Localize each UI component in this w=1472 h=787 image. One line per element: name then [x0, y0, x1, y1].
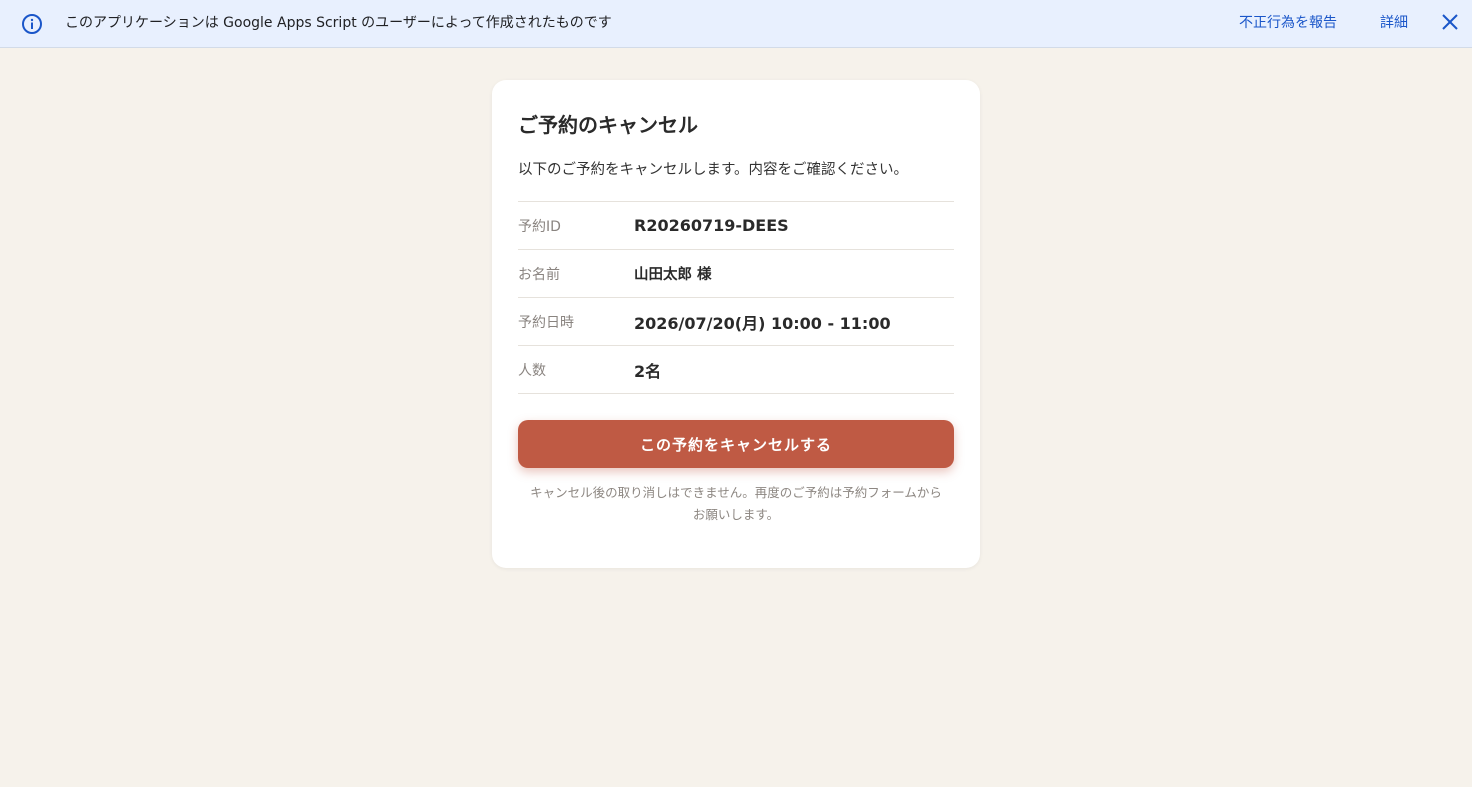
lead-text: 以下のご予約をキャンセルします。内容をご確認ください。	[518, 162, 909, 178]
cancel-note: キャンセル後の取り消しはできません。再度のご予約は予約フォームから お願いします…	[518, 482, 954, 526]
detail-label: 予約日時	[518, 314, 574, 331]
detail-value: R20260719-DEES	[634, 216, 789, 235]
cancel-note-line-2: お願いします。	[692, 507, 780, 522]
close-icon[interactable]	[1440, 12, 1460, 32]
detail-value: 山田太郎 様	[634, 267, 712, 283]
cancel-reservation-button[interactable]: この予約をキャンセルする	[518, 420, 954, 468]
cancel-note-line-1: キャンセル後の取り消しはできません。再度のご予約は予約フォームから	[530, 485, 942, 500]
detail-label: 人数	[518, 362, 546, 379]
detail-value: 2026/07/20(月) 10:00 - 11:00	[634, 313, 891, 333]
detail-row-party-size: 人数 2名	[518, 346, 954, 394]
detail-label: お名前	[518, 266, 560, 283]
reservation-details: 予約ID R20260719-DEES お名前 山田太郎 様 予約日時 2026…	[518, 201, 954, 394]
cancel-reservation-card: ご予約のキャンセル 以下のご予約をキャンセルします。内容をご確認ください。 予約…	[492, 80, 980, 568]
banner-message: このアプリケーションは Google Apps Script のユーザーによって…	[65, 15, 612, 31]
page-title: ご予約のキャンセル	[518, 113, 698, 137]
info-banner: このアプリケーションは Google Apps Script のユーザーによって…	[0, 0, 1472, 48]
details-link[interactable]: 詳細	[1380, 13, 1408, 33]
detail-value: 2名	[634, 361, 662, 381]
detail-row-reservation-id: 予約ID R20260719-DEES	[518, 202, 954, 250]
report-abuse-link[interactable]: 不正行為を報告	[1239, 13, 1337, 33]
info-icon	[22, 14, 42, 34]
detail-row-datetime: 予約日時 2026/07/20(月) 10:00 - 11:00	[518, 298, 954, 346]
detail-label: 予約ID	[518, 218, 561, 235]
detail-row-name: お名前 山田太郎 様	[518, 250, 954, 298]
